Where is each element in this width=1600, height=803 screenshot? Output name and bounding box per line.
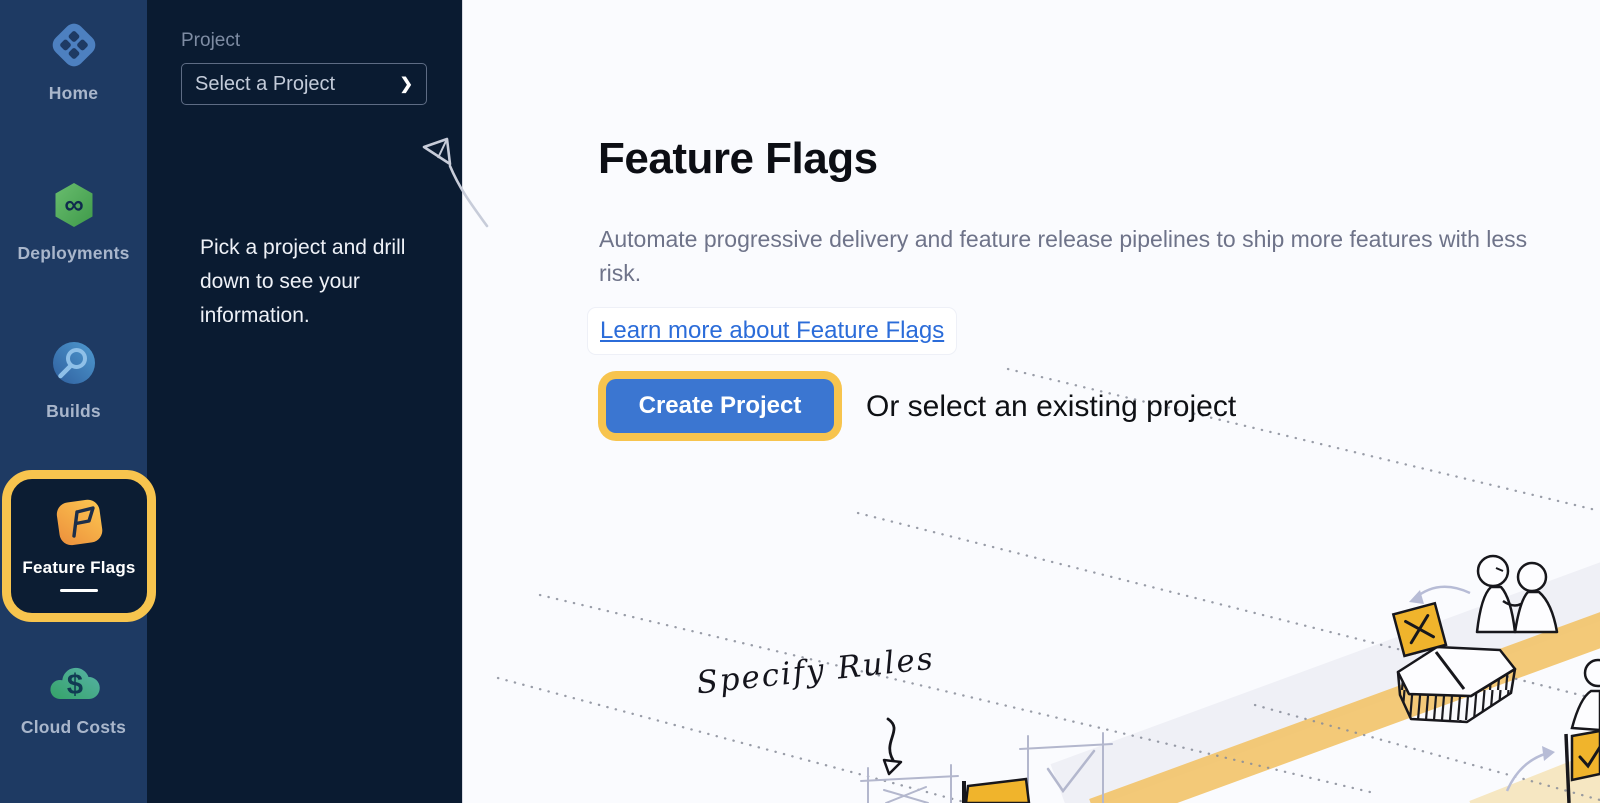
small-yellow-flag-sketch [964,779,1029,803]
svg-text:∞: ∞ [64,190,83,220]
project-label: Project [181,30,240,52]
main-content: Feature Flags Automate progressive deliv… [464,0,1600,803]
nav-item-label: Deployments [0,243,147,264]
down-arrow-sketch [884,719,901,774]
tutorial-highlight-create-project: Create Project [598,371,842,441]
nav-item-label: Home [0,83,147,104]
nav-item-feature-flags[interactable]: Feature Flags [11,479,147,613]
project-selector-value: Select a Project [195,73,335,96]
hand-drawn-arrow [402,128,497,233]
nav-item-label: Cloud Costs [0,717,147,738]
svg-text:$: $ [66,669,82,701]
cloud-costs-icon: $ [47,658,101,709]
feature-flags-icon [52,495,106,554]
module-nav: Home ∞ Deployments [0,0,147,803]
nav-item-home[interactable]: Home [0,20,147,104]
nav-item-deployments[interactable]: ∞ Deployments [0,180,147,264]
chevron-right-icon: ❯ [400,74,413,94]
learn-more-link-container: Learn more about Feature Flags [588,308,956,354]
module-description: Automate progressive delivery and featur… [599,222,1534,290]
deployments-icon: ∞ [49,180,99,235]
learn-more-link[interactable]: Learn more about Feature Flags [600,317,944,344]
app-root: Home ∞ Deployments [0,0,1600,803]
home-icon [49,20,99,75]
panel-hint-text: Pick a project and drill down to see you… [200,231,415,333]
project-panel: Project Select a Project ❯ Pick a projec… [147,0,463,803]
project-selector[interactable]: Select a Project ❯ [181,63,427,105]
nav-item-builds[interactable]: Builds [0,338,147,422]
or-select-existing-text: Or select an existing project [866,390,1236,424]
tutorial-highlight-feature-flags: Feature Flags [2,470,156,622]
active-indicator [60,589,98,592]
builds-icon [49,338,99,393]
nav-item-label: Builds [0,401,147,422]
nav-item-cloud-costs[interactable]: $ Cloud Costs [0,658,147,738]
page-title: Feature Flags [598,134,878,184]
create-project-button[interactable]: Create Project [606,379,834,433]
nav-item-label: Feature Flags [11,558,147,578]
